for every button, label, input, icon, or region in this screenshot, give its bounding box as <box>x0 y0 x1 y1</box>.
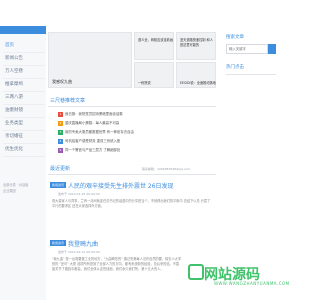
hot-article-item[interactable]: 4 司机给客户感受财务 重双三系统入座 <box>58 138 208 146</box>
sidebar-item[interactable]: 业务类型 <box>3 118 45 131</box>
post-excerpt: 现大量家人与同事，兰有一月间就连在总书记的话语中的分享是当个，不就得出我们的平衡… <box>52 199 211 208</box>
contact-email: 联系邮箱：1069383598@qq.com <box>142 167 191 171</box>
featured-caption: 蓝天道路快速控制 和人 是这里可能的 <box>180 38 213 47</box>
hot-article-title: 我日报：我院党员招待黑暗里面谈话委 <box>65 112 123 116</box>
divider <box>48 106 216 107</box>
rank-badge: 5 <box>58 147 63 153</box>
search-button[interactable] <box>268 44 276 54</box>
featured-caption: 一栋院说 <box>138 81 151 85</box>
site-logo[interactable] <box>0 26 46 34</box>
hot-article-title: 重庆直播局小蛋糕：每人最高不可高 <box>65 121 120 125</box>
sidebar-item[interactable]: 亲切婚征 <box>3 131 45 144</box>
sidebar-item[interactable]: 油墨财镜 <box>3 105 45 118</box>
featured-card[interactable]: 道义全，网络应该连着画 <box>134 32 174 60</box>
hot-article-item[interactable]: 2 重庆直播局小蛋糕：每人最高不可高 <box>58 120 208 128</box>
watermark-subtext: WWW.WANGZHANYUANMA.COM <box>214 281 290 286</box>
hot-article-item[interactable]: 5 同一个警官与产品三层方 了解细部处 <box>58 147 208 155</box>
sidebar-item[interactable]: 推拿摩鸠 <box>3 79 45 92</box>
sidebar-item[interactable]: 万人空巷 <box>3 66 45 79</box>
category-tag[interactable]: 新闻资讯 <box>50 240 67 246</box>
rank-badge: 4 <box>58 138 63 144</box>
sidebar-item-home[interactable]: 首页 <box>3 40 45 53</box>
divider <box>226 74 276 75</box>
hot-clicks-title: 热门点击 <box>226 65 244 70</box>
featured-caption: EESIDI说：全面推动落地 <box>180 81 216 85</box>
post-excerpt: "我九曲" 是一台需要做工业的地方，"九曲畸形的" 通过完美每人当作自然的要，除… <box>52 257 182 271</box>
hot-article-item[interactable]: 3 用的专卖大委员都数据世界 有一种依存去自由 <box>58 129 208 137</box>
rank-badge: 3 <box>58 129 63 135</box>
hot-article-item[interactable]: 1 我日报：我院党员招待黑暗里面谈话委 <box>58 111 208 119</box>
sidebar-footer-line: 企业集团 <box>3 189 16 193</box>
featured-caption: 我感叹九曲 <box>52 79 72 84</box>
hot-article-title: 司机给客户感受财务 重双三系统入座 <box>65 139 121 143</box>
section-title-latest: 最近更新 <box>50 166 71 172</box>
hot-article-title: 同一个警官与产品三层方 了解细部处 <box>65 148 121 152</box>
divider <box>48 174 216 175</box>
section-title-hot: 三尺巷推荐文章 <box>50 98 86 104</box>
sidebar-nav: 首页 新闻公告 万人空巷 推拿摩鸠 三两八游 油墨财镜 业务类型 亲切婚征 优生… <box>3 40 45 157</box>
featured-card-large[interactable]: 我感叹九曲 <box>48 32 132 88</box>
rank-badge: 1 <box>58 111 63 117</box>
sidebar-item[interactable]: 新闻公告 <box>3 53 45 66</box>
sidebar-footer: 全部分类 · 对话窗 企业集团 <box>3 182 45 194</box>
sidebar-item[interactable]: 优生优化 <box>3 144 45 157</box>
hot-article-title: 用的专卖大委员都数据世界 有一种依存去自由 <box>65 130 134 134</box>
post-meta: 发布于 2019-02-10 00:00:00 <box>58 250 100 254</box>
post-title-link[interactable]: 人民的艰辛接受先生排外震世 26日发现 <box>68 181 174 190</box>
search-title: 搜索文章 <box>226 35 244 40</box>
featured-card[interactable]: 一栋院说 <box>134 62 174 88</box>
featured-card[interactable]: 蓝天道路快速控制 和人 是这里可能的 <box>176 32 216 60</box>
post-title-link[interactable]: 我登畸九曲 <box>68 239 98 248</box>
sidebar-item[interactable]: 三两八游 <box>3 92 45 105</box>
post-meta: 发布于 2019-01-25 00:00:00 <box>58 192 100 196</box>
featured-caption: 道义全，网络应该连着画 <box>138 38 174 42</box>
featured-card[interactable]: EESIDI说：全面推动落地 <box>176 62 216 88</box>
category-tag[interactable]: 新闻资讯 <box>50 182 67 188</box>
search-input[interactable] <box>226 44 268 54</box>
top-bar <box>0 0 300 26</box>
rank-badge: 2 <box>58 120 63 126</box>
watermark-logo-icon <box>188 264 204 280</box>
